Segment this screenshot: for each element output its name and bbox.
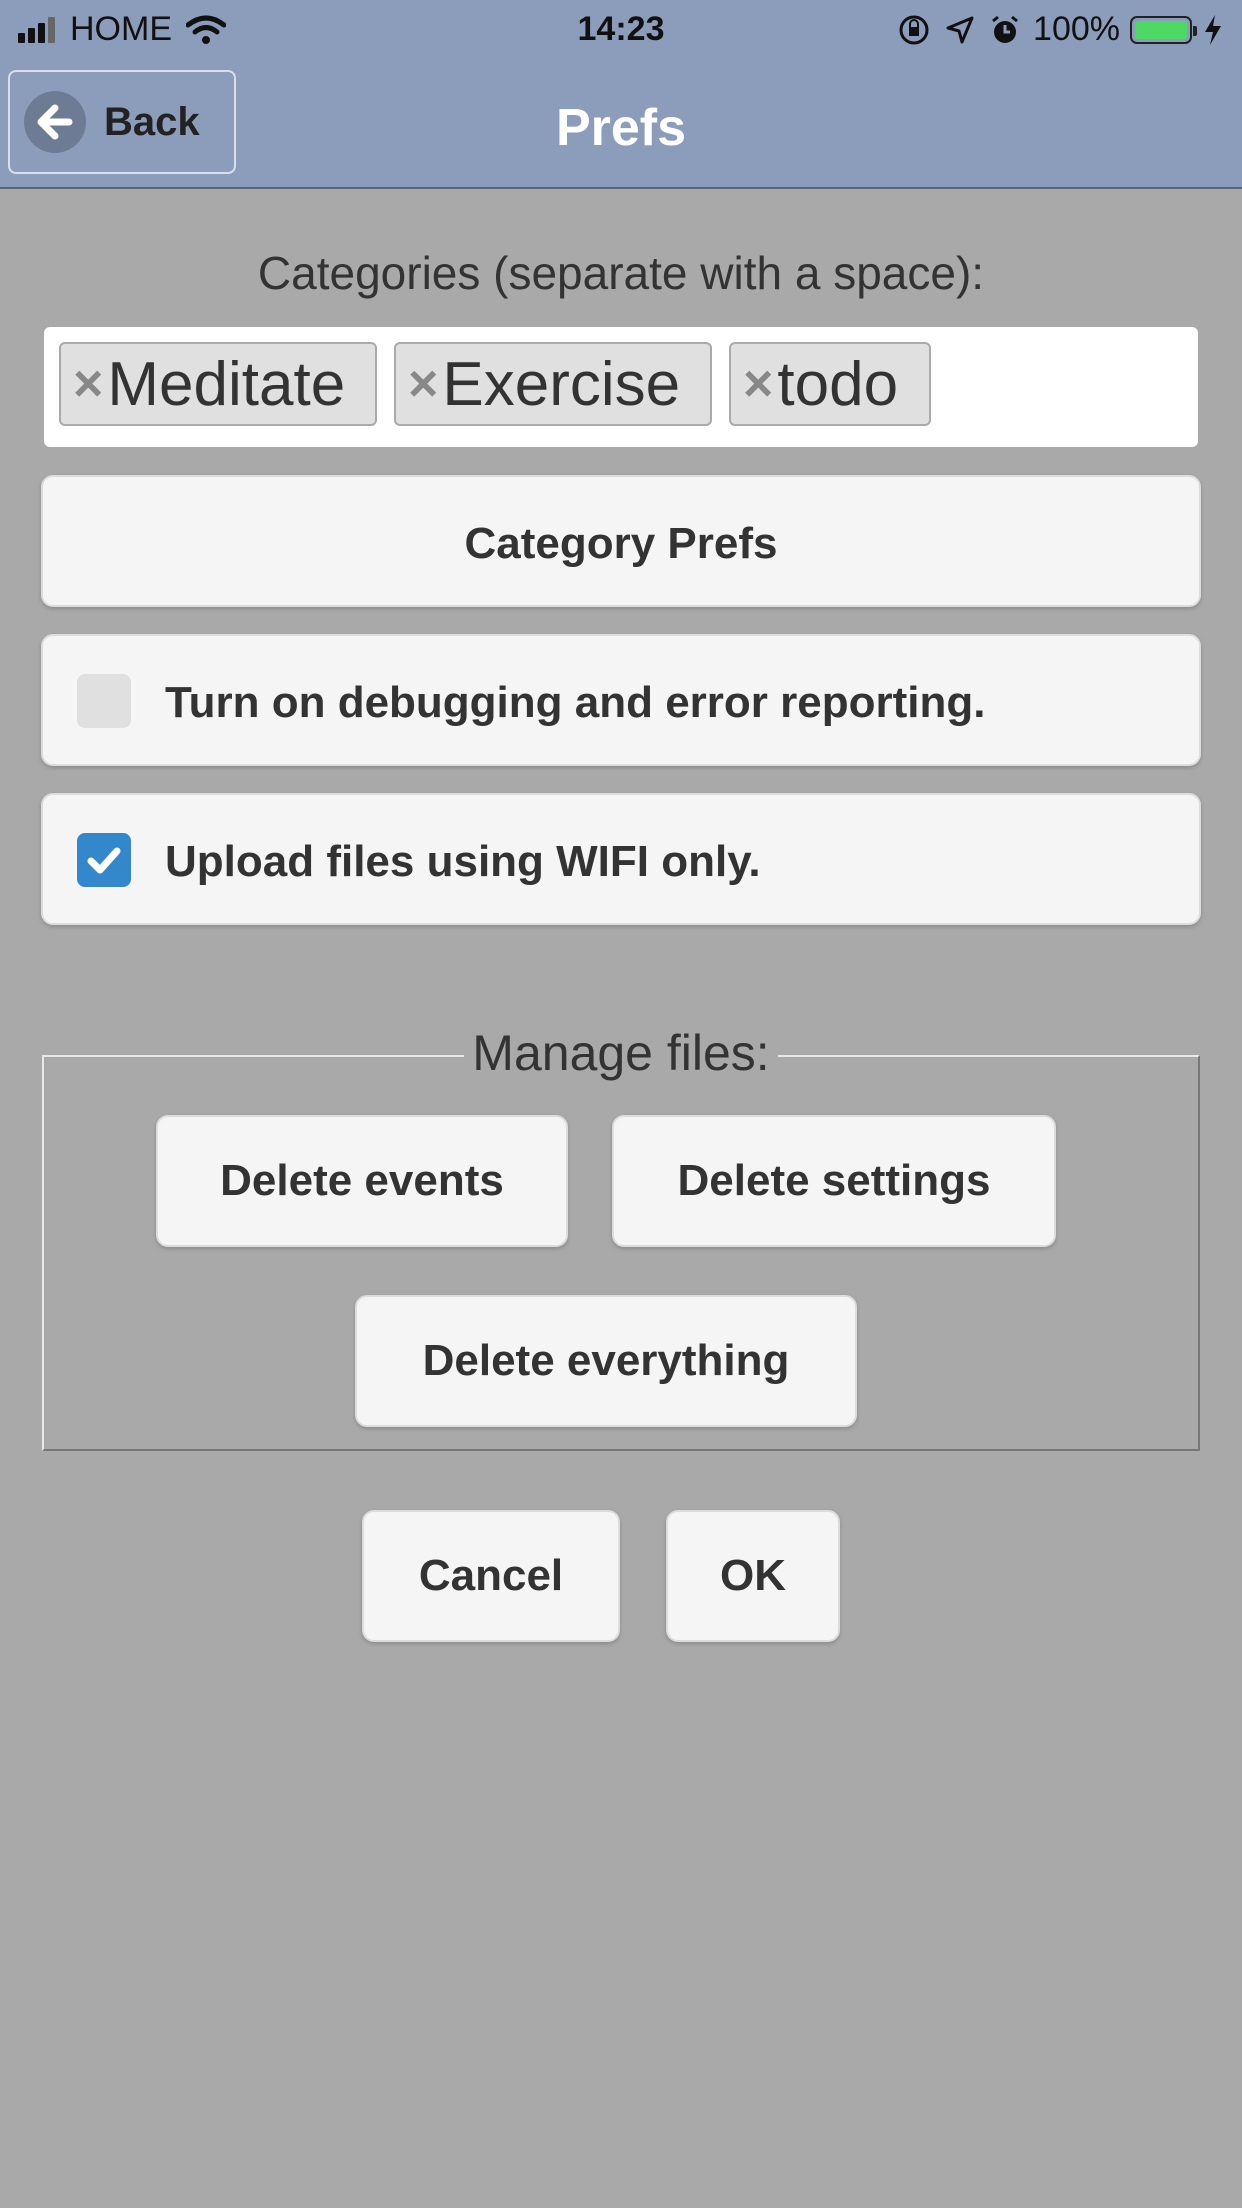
categories-label: Categories (separate with a space): xyxy=(257,247,985,299)
page-title: Prefs xyxy=(555,99,687,157)
status-right: 100% xyxy=(897,10,1224,49)
status-bar: HOME 14:23 100% xyxy=(0,0,1242,62)
remove-tag-icon[interactable]: × xyxy=(73,354,103,414)
header-bar: HOME 14:23 100% Back Prefs xyxy=(0,0,1242,189)
wifi-option[interactable]: Upload files using WIFI only. xyxy=(41,793,1201,925)
battery-percent: 100% xyxy=(1033,10,1120,48)
charging-icon xyxy=(1205,14,1221,45)
manage-files-legend: Manage files: xyxy=(0,1024,1242,1082)
wifi-option-label: Upload files using WIFI only. xyxy=(165,837,761,886)
category-prefs-label: Category Prefs xyxy=(464,519,778,568)
ok-button[interactable]: OK xyxy=(666,1510,840,1642)
categories-input[interactable]: × Meditate × Exercise × todo xyxy=(44,327,1198,447)
category-prefs-button[interactable]: Category Prefs xyxy=(41,475,1201,607)
delete-events-button[interactable]: Delete events xyxy=(156,1115,568,1247)
battery-icon xyxy=(1130,15,1197,44)
tag-label: todo xyxy=(777,349,899,419)
location-icon xyxy=(946,16,974,43)
category-tag-meditate[interactable]: × Meditate xyxy=(59,342,377,426)
remove-tag-icon[interactable]: × xyxy=(743,354,773,414)
orientation-lock-icon xyxy=(899,15,929,44)
category-tag-todo[interactable]: × todo xyxy=(729,342,931,426)
debug-option-label: Turn on debugging and error reporting. xyxy=(165,678,986,727)
debug-checkbox[interactable] xyxy=(77,674,131,728)
wifi-checkbox[interactable] xyxy=(77,833,131,887)
debug-option[interactable]: Turn on debugging and error reporting. xyxy=(41,634,1201,766)
cancel-button[interactable]: Cancel xyxy=(362,1510,620,1642)
tag-label: Meditate xyxy=(107,349,346,419)
checkmark-icon xyxy=(87,847,121,874)
delete-everything-button[interactable]: Delete everything xyxy=(355,1295,857,1427)
category-tag-exercise[interactable]: × Exercise xyxy=(394,342,712,426)
alarm-icon xyxy=(992,15,1018,43)
remove-tag-icon[interactable]: × xyxy=(408,354,438,414)
delete-settings-button[interactable]: Delete settings xyxy=(612,1115,1056,1247)
tag-label: Exercise xyxy=(442,349,681,419)
